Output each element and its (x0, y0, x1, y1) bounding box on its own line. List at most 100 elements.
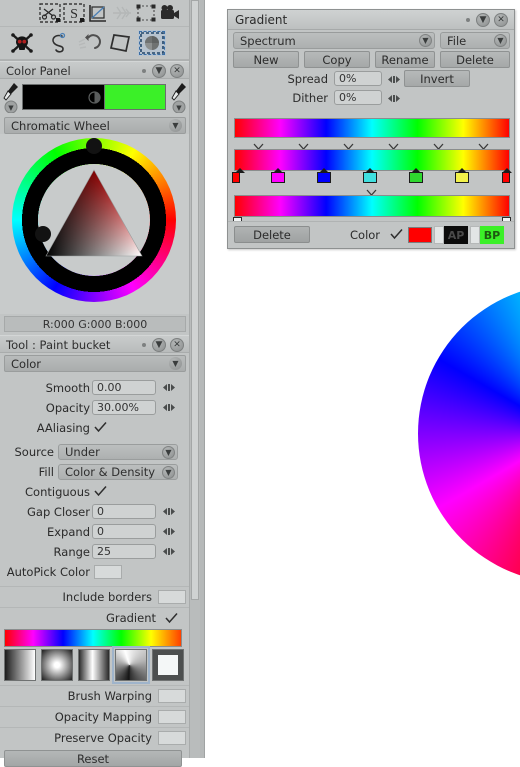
chromatic-wheel-header[interactable]: Chromatic Wheel ▼ (4, 117, 186, 134)
invert-button[interactable]: Invert (404, 70, 470, 87)
copy-button[interactable]: Copy (304, 51, 370, 68)
gradient-opacity-bar[interactable] (234, 195, 510, 217)
source-dropdown[interactable]: Under ▼ (58, 444, 178, 460)
color-checkbox[interactable] (390, 228, 403, 241)
left-dock-scrollbar[interactable] (189, 0, 200, 758)
range-field[interactable]: 25 (92, 544, 156, 559)
gradient-tick-caret[interactable] (433, 140, 444, 150)
chevron-down-icon[interactable]: ▼ (419, 34, 432, 47)
range-spinner[interactable] (162, 546, 176, 557)
selection-fill-icon[interactable] (138, 30, 166, 56)
gradient-dialog[interactable]: Gradient ▼ ✕ Spectrum ▼ File ▼ New Copy … (227, 9, 515, 249)
cut-icon[interactable] (38, 2, 62, 24)
tool-mode-dropdown[interactable]: Color ▼ (4, 355, 186, 372)
color-label: Color (350, 228, 381, 242)
include-borders-checkbox[interactable] (158, 590, 186, 604)
delete-stop-button[interactable]: Delete (234, 226, 310, 243)
close-icon[interactable]: ✕ (170, 64, 184, 78)
smooth-spinner[interactable] (162, 382, 176, 393)
square-gradient-thumb[interactable] (152, 649, 184, 681)
reset-button[interactable]: Reset (4, 750, 182, 767)
tool-gradient-preview-strip[interactable] (4, 629, 182, 647)
chromatic-wheel-widget[interactable] (0, 134, 190, 314)
dither-field[interactable]: 0% (334, 90, 382, 105)
chevron-down-icon[interactable]: ▼ (162, 446, 175, 459)
dither-spinner[interactable] (387, 93, 401, 104)
chevron-down-icon[interactable]: ▼ (169, 357, 182, 370)
row-opacity: Opacity 30.00% (0, 398, 190, 418)
camera-icon[interactable] (158, 2, 182, 24)
gradient-stop[interactable] (362, 168, 378, 183)
contiguous-checkbox[interactable] (94, 485, 107, 498)
radial-gradient-thumb[interactable] (41, 649, 73, 681)
autopick-checkbox[interactable] (94, 565, 122, 579)
close-icon[interactable]: ✕ (494, 13, 508, 27)
rename-button[interactable]: Rename (375, 51, 435, 68)
brush-warping-checkbox[interactable] (158, 689, 186, 703)
eyedropper-icon-left[interactable]: ▼ (2, 81, 20, 114)
gradient-tick-caret[interactable] (298, 140, 309, 150)
transform-select-icon[interactable] (134, 2, 158, 24)
gap-closer-field[interactable]: 0 (92, 504, 156, 519)
opacity-mapping-checkbox[interactable] (158, 710, 186, 724)
eyedropper-icon-right[interactable]: ▼ (170, 81, 188, 114)
perspective-warp-icon[interactable] (106, 30, 134, 56)
gradient-opacity-tick-caret[interactable] (366, 186, 377, 196)
symmetric-gradient-thumb[interactable] (78, 649, 110, 681)
hue-handle[interactable] (86, 138, 102, 154)
opacity-field[interactable]: 30.00% (92, 400, 156, 415)
gradient-stop[interactable] (502, 168, 512, 183)
smooth-field[interactable]: 0.00 (92, 380, 156, 395)
chevron-down-icon[interactable]: ▼ (476, 13, 490, 27)
gap-closer-spinner[interactable] (162, 506, 176, 517)
sv-handle[interactable] (35, 226, 51, 242)
text-tool-icon[interactable]: S (62, 2, 86, 24)
background-color-swatch[interactable] (104, 84, 166, 110)
swap-colors-icon[interactable] (88, 91, 101, 104)
chevron-down-icon[interactable]: ▼ (494, 34, 507, 47)
gradient-tick-caret[interactable] (478, 140, 489, 150)
crop-icon[interactable] (86, 2, 110, 24)
chevron-down-icon[interactable]: ▼ (152, 338, 166, 352)
gradient-preset-dropdown[interactable]: Spectrum ▼ (233, 32, 435, 49)
preserve-opacity-checkbox[interactable] (158, 731, 186, 745)
spiral-curve-icon[interactable] (44, 30, 72, 56)
gradient-stop[interactable] (316, 168, 332, 183)
gradient-dialog-titlebar[interactable]: Gradient ▼ ✕ (228, 10, 514, 30)
undo-arrow-icon[interactable] (76, 30, 104, 56)
stop-color-swatch[interactable] (408, 227, 432, 243)
expand-spinner[interactable] (162, 526, 176, 537)
gradient-tick-caret[interactable] (388, 140, 399, 150)
linear-gradient-thumb[interactable] (4, 649, 36, 681)
skull-icon[interactable] (8, 30, 36, 56)
close-icon[interactable]: ✕ (170, 338, 184, 352)
row-include-borders: Include borders (0, 586, 190, 607)
fish-bone-icon[interactable] (110, 2, 134, 24)
gradient-tick-caret[interactable] (343, 140, 354, 150)
aaliasing-checkbox[interactable] (94, 421, 107, 434)
angular-gradient-thumb[interactable] (112, 646, 150, 684)
new-button[interactable]: New (233, 51, 299, 68)
chevron-down-icon[interactable]: ▼ (162, 466, 175, 479)
scrollbar-thumb[interactable] (191, 0, 199, 600)
gradient-stop[interactable] (408, 168, 424, 183)
gradient-stop[interactable] (270, 168, 286, 183)
expand-field[interactable]: 0 (92, 524, 156, 539)
file-menu-dropdown[interactable]: File ▼ (440, 32, 510, 49)
opacity-spinner[interactable] (162, 402, 176, 413)
chevron-down-icon[interactable]: ▼ (152, 64, 166, 78)
chevron-down-icon[interactable]: ▼ (169, 119, 182, 132)
bp-button[interactable]: BP (480, 226, 504, 244)
tool-gradient-checkbox[interactable] (165, 612, 178, 625)
saturation-value-triangle[interactable] (38, 164, 150, 276)
spread-spinner[interactable] (387, 74, 401, 85)
fill-dropdown[interactable]: Color & Density ▼ (58, 464, 178, 480)
gradient-preview-bar[interactable] (234, 118, 510, 138)
delete-preset-button[interactable]: Delete (440, 51, 510, 68)
spread-field[interactable]: 0% (334, 71, 382, 86)
gradient-stop[interactable] (232, 168, 245, 183)
brush-warping-label: Brush Warping (67, 689, 152, 703)
gradient-stop[interactable] (454, 168, 470, 183)
gradient-tick-caret[interactable] (253, 140, 264, 150)
ap-button[interactable]: AP (444, 226, 468, 244)
